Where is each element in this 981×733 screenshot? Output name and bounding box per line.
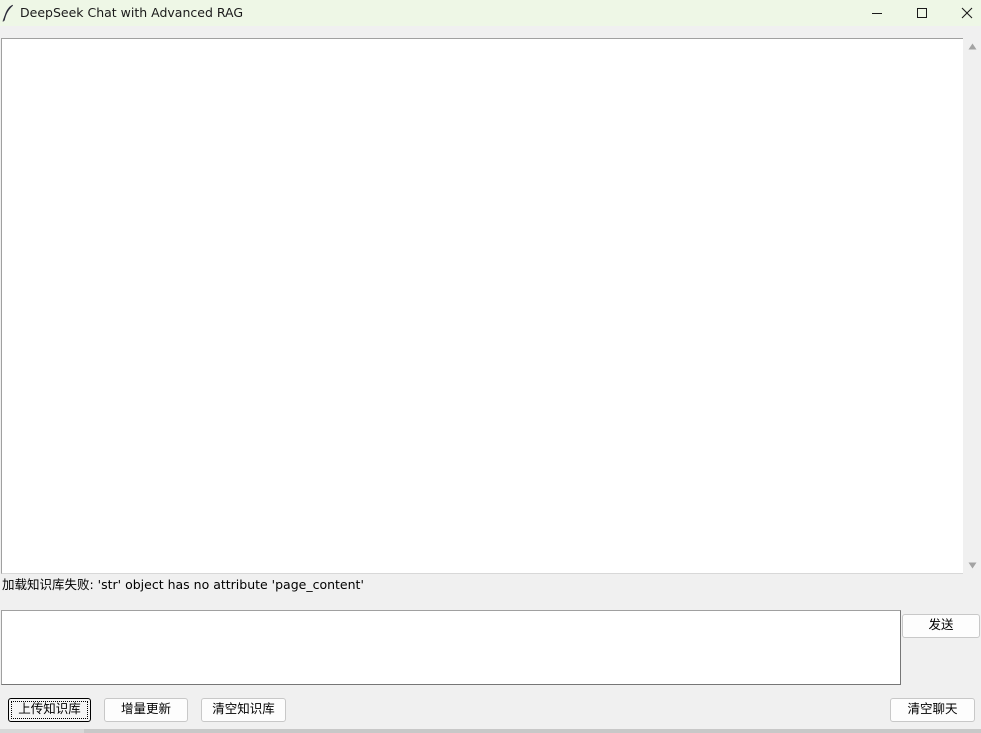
chat-history-display[interactable]	[1, 38, 963, 574]
close-icon	[961, 7, 973, 19]
minimize-button[interactable]	[855, 0, 899, 26]
maximize-icon	[917, 8, 927, 18]
window-title: DeepSeek Chat with Advanced RAG	[20, 5, 244, 20]
message-input[interactable]	[1, 610, 901, 685]
focus-ring	[11, 701, 88, 719]
scroll-up-button[interactable]	[964, 38, 981, 55]
bottom-edge-shadow	[84, 729, 981, 733]
clear-knowledge-base-button[interactable]: 清空知识库	[201, 698, 286, 722]
status-message: 加载知识库失败: 'str' object has no attribute '…	[2, 577, 364, 592]
maximize-button[interactable]	[900, 0, 944, 26]
triangle-up-icon	[968, 43, 977, 50]
upload-knowledge-base-button[interactable]: 上传知识库	[8, 698, 91, 722]
incremental-update-button[interactable]: 增量更新	[104, 698, 188, 722]
chat-scrollbar[interactable]	[964, 38, 981, 574]
clear-chat-button[interactable]: 清空聊天	[890, 698, 975, 722]
title-bar[interactable]: DeepSeek Chat with Advanced RAG	[0, 0, 981, 26]
triangle-down-icon	[968, 562, 977, 569]
app-window: DeepSeek Chat with Advanced RAG 加载知识库失败:…	[0, 0, 981, 733]
scroll-down-button[interactable]	[964, 557, 981, 574]
close-button[interactable]	[945, 0, 981, 26]
feather-icon	[2, 4, 14, 22]
minimize-icon	[872, 13, 882, 14]
send-button[interactable]: 发送	[902, 614, 980, 638]
